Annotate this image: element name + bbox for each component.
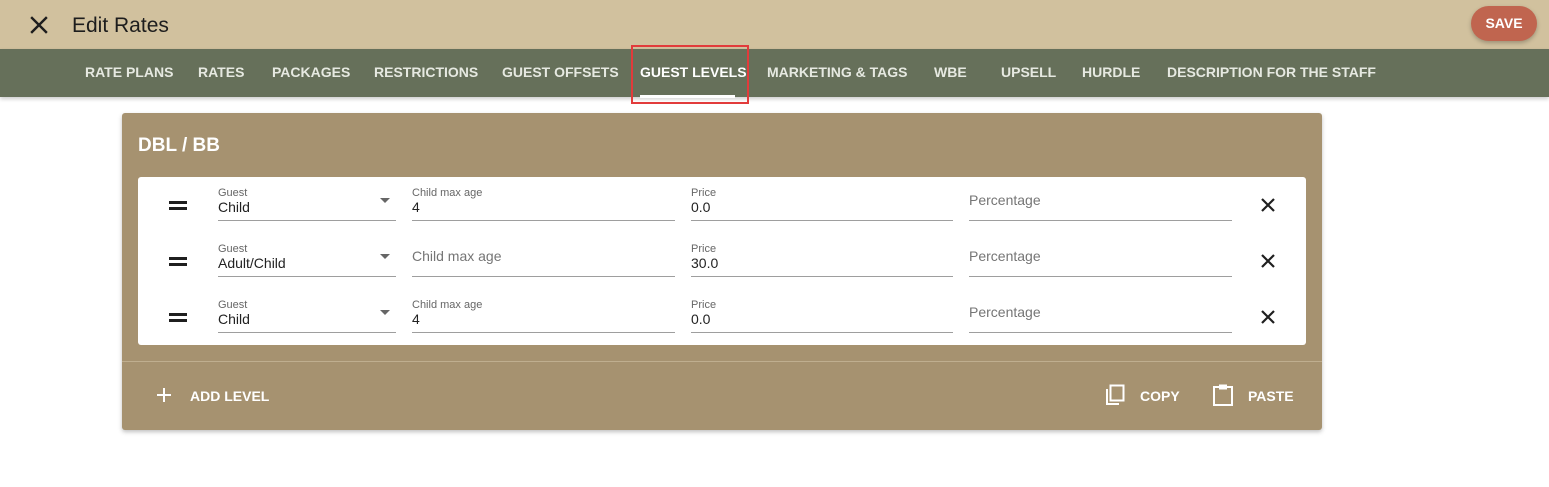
add-level-label: ADD LEVEL (190, 388, 270, 404)
clipboard-icon (1213, 384, 1233, 406)
price-value: 0.0 (691, 199, 711, 215)
percentage-placeholder: Percentage (969, 248, 1041, 264)
paste-label: PASTE (1248, 388, 1294, 404)
tab-hurdle[interactable]: HURDLE (1082, 49, 1140, 97)
guest-value: Child (218, 311, 250, 327)
child-max-age-label: Child max age (412, 187, 483, 199)
caret-down-icon (380, 254, 390, 259)
delete-level-button[interactable] (1260, 197, 1276, 213)
close-button[interactable] (26, 12, 52, 38)
guest-level-row: Guest Adult/Child Child max age Price 30… (138, 233, 1306, 289)
top-app-bar: Edit Rates SAVE (0, 0, 1549, 49)
paste-button[interactable]: PASTE (1212, 381, 1312, 409)
card-title: DBL / BB (138, 135, 220, 156)
child-max-age-label: Child max age (412, 299, 483, 311)
guest-level-row: Guest Child Child max age 4 Price 0.0 Pe… (138, 177, 1306, 233)
save-button[interactable]: SAVE (1471, 6, 1537, 41)
price-field[interactable]: Price 0.0 (691, 297, 953, 333)
page-title: Edit Rates (72, 14, 169, 37)
price-value: 0.0 (691, 311, 711, 327)
guest-select[interactable]: Guest Child (218, 185, 396, 221)
guest-label: Guest (218, 187, 248, 199)
tab-restrictions[interactable]: RESTRICTIONS (374, 49, 478, 97)
percentage-field[interactable]: Percentage (969, 241, 1232, 277)
tab-marketing-tags[interactable]: MARKETING & TAGS (767, 49, 908, 97)
copy-label: COPY (1140, 388, 1180, 404)
drag-handle-icon[interactable] (169, 313, 187, 322)
child-max-age-field[interactable]: Child max age 4 (412, 185, 675, 221)
guest-value: Child (218, 199, 250, 215)
guest-label: Guest (218, 243, 248, 255)
child-max-age-field[interactable]: Child max age 4 (412, 297, 675, 333)
price-label: Price (691, 299, 717, 311)
caret-down-icon (380, 310, 390, 315)
tab-upsell[interactable]: UPSELL (1001, 49, 1056, 97)
annotation-highlight-box (631, 45, 749, 104)
delete-level-button[interactable] (1260, 309, 1276, 325)
tab-packages[interactable]: PACKAGES (272, 49, 350, 97)
tab-rate-plans[interactable]: RATE PLANS (85, 49, 173, 97)
delete-level-button[interactable] (1260, 253, 1276, 269)
guest-value: Adult/Child (218, 255, 286, 271)
tab-description-for-staff[interactable]: DESCRIPTION FOR THE STAFF (1167, 49, 1376, 97)
guest-label: Guest (218, 299, 248, 311)
child-max-age-value: 4 (412, 199, 420, 215)
child-max-age-value: 4 (412, 311, 420, 327)
drag-handle-icon[interactable] (169, 201, 187, 210)
tab-wbe[interactable]: WBE (934, 49, 967, 97)
delete-x-icon (1261, 254, 1275, 268)
percentage-field[interactable]: Percentage (969, 297, 1232, 333)
price-value: 30.0 (691, 255, 719, 271)
price-field[interactable]: Price 30.0 (691, 241, 953, 277)
child-max-age-field[interactable]: Child max age (412, 241, 675, 277)
price-field[interactable]: Price 0.0 (691, 185, 953, 221)
rate-plan-card: DBL / BB Guest Child Child max age 4 Pri… (122, 113, 1322, 430)
guest-levels-list: Guest Child Child max age 4 Price 0.0 Pe… (138, 177, 1306, 345)
guest-select[interactable]: Guest Adult/Child (218, 241, 396, 277)
delete-x-icon (1261, 310, 1275, 324)
price-label: Price (691, 243, 717, 255)
caret-down-icon (380, 198, 390, 203)
card-divider (122, 361, 1322, 362)
guest-level-row: Guest Child Child max age 4 Price 0.0 Pe… (138, 289, 1306, 345)
tab-guest-offsets[interactable]: GUEST OFFSETS (502, 49, 619, 97)
child-max-age-placeholder: Child max age (412, 248, 502, 264)
close-icon (30, 16, 48, 34)
tab-bar: RATE PLANS RATES PACKAGES RESTRICTIONS G… (0, 49, 1549, 97)
drag-handle-icon[interactable] (169, 257, 187, 266)
copy-icon (1106, 384, 1125, 405)
plus-icon (157, 388, 171, 402)
copy-button[interactable]: COPY (1104, 381, 1194, 409)
percentage-placeholder: Percentage (969, 192, 1041, 208)
add-level-button[interactable]: ADD LEVEL (156, 381, 296, 409)
delete-x-icon (1261, 198, 1275, 212)
price-label: Price (691, 187, 717, 199)
percentage-placeholder: Percentage (969, 304, 1041, 320)
guest-select[interactable]: Guest Child (218, 297, 396, 333)
tab-rates[interactable]: RATES (198, 49, 244, 97)
percentage-field[interactable]: Percentage (969, 185, 1232, 221)
